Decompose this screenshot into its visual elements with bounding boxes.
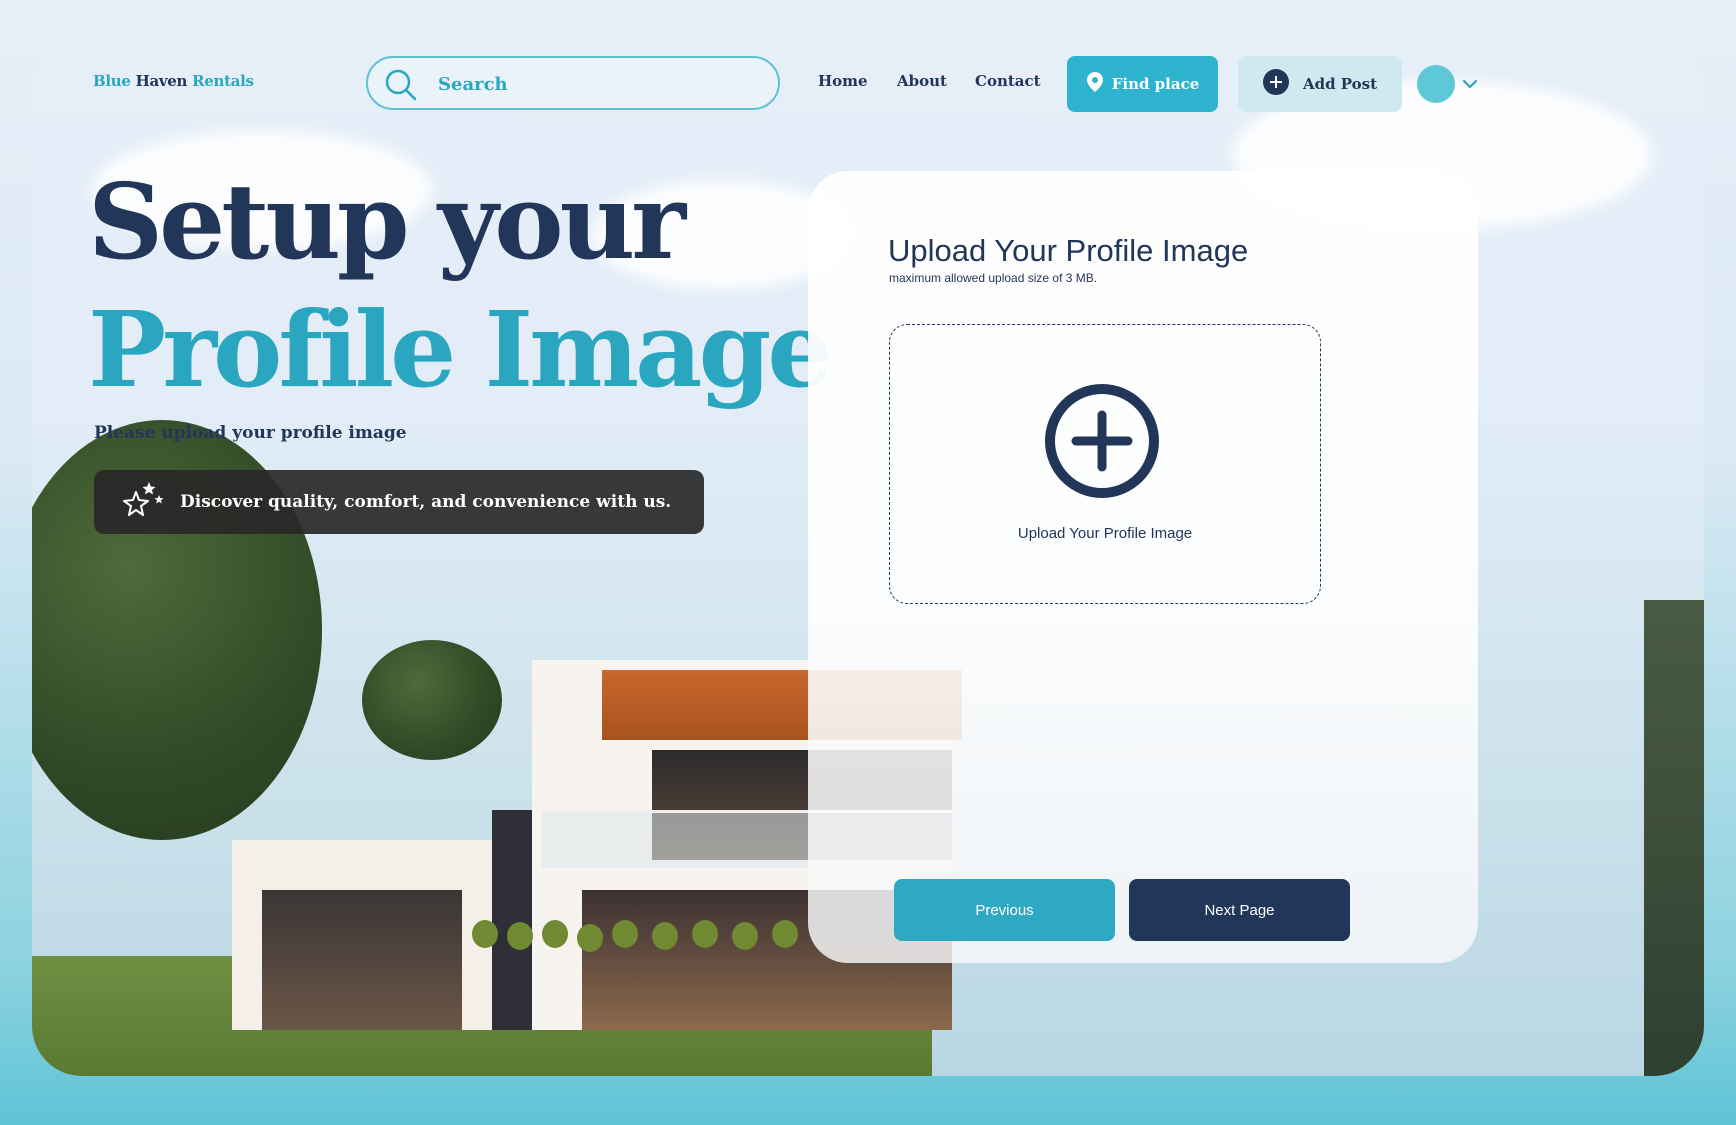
upload-card-subtitle: maximum allowed upload size of 3 MB. — [889, 271, 1098, 285]
location-pin-icon — [1086, 71, 1104, 97]
sparkle-stars-icon — [122, 480, 166, 525]
nav-contact[interactable]: Contact — [975, 72, 1041, 90]
bush — [732, 922, 758, 950]
find-place-button[interactable]: Find place — [1067, 56, 1218, 112]
image-dropzone[interactable]: Upload Your Profile Image — [889, 324, 1321, 604]
brand-word-1: Blue — [93, 72, 131, 90]
search-icon — [384, 68, 418, 107]
brand-word-3: Rentals — [192, 72, 254, 90]
search-bar[interactable] — [366, 56, 780, 110]
brand-word-2: Haven — [135, 72, 188, 90]
plus-circle-icon — [1262, 69, 1289, 99]
avatar[interactable] — [1417, 65, 1455, 103]
add-post-button[interactable]: Add Post — [1238, 56, 1402, 112]
promo-banner-text: Discover quality, comfort, and convenien… — [180, 492, 672, 512]
promo-banner: Discover quality, comfort, and convenien… — [94, 470, 704, 534]
nav-home[interactable]: Home — [818, 72, 868, 90]
plus-circle-large-icon[interactable] — [1044, 383, 1160, 504]
bush — [577, 924, 603, 952]
bush — [542, 920, 568, 948]
bush — [472, 920, 498, 948]
hero-title-line2: Profile Image — [88, 288, 833, 411]
dropzone-label: Upload Your Profile Image — [1017, 525, 1193, 542]
nav-about[interactable]: About — [897, 72, 947, 90]
search-input[interactable] — [436, 68, 760, 100]
bush — [612, 920, 638, 948]
upload-card: Upload Your Profile Image maximum allowe… — [808, 171, 1478, 963]
tree — [1644, 600, 1704, 1076]
previous-button[interactable]: Previous — [894, 879, 1115, 941]
bush — [692, 920, 718, 948]
add-post-label: Add Post — [1302, 75, 1378, 93]
bush — [652, 922, 678, 950]
hero-subtitle: Please upload your profile image — [94, 423, 407, 443]
next-page-button[interactable]: Next Page — [1129, 879, 1350, 941]
bush — [772, 920, 798, 948]
bush — [507, 922, 533, 950]
hero-title-line1: Setup your — [88, 160, 686, 283]
upload-card-title: Upload Your Profile Image — [888, 233, 1249, 268]
find-place-label: Find place — [1111, 75, 1200, 93]
chevron-down-icon[interactable] — [1462, 76, 1478, 94]
brand-logo[interactable]: Blue Haven Rentals — [93, 72, 254, 90]
